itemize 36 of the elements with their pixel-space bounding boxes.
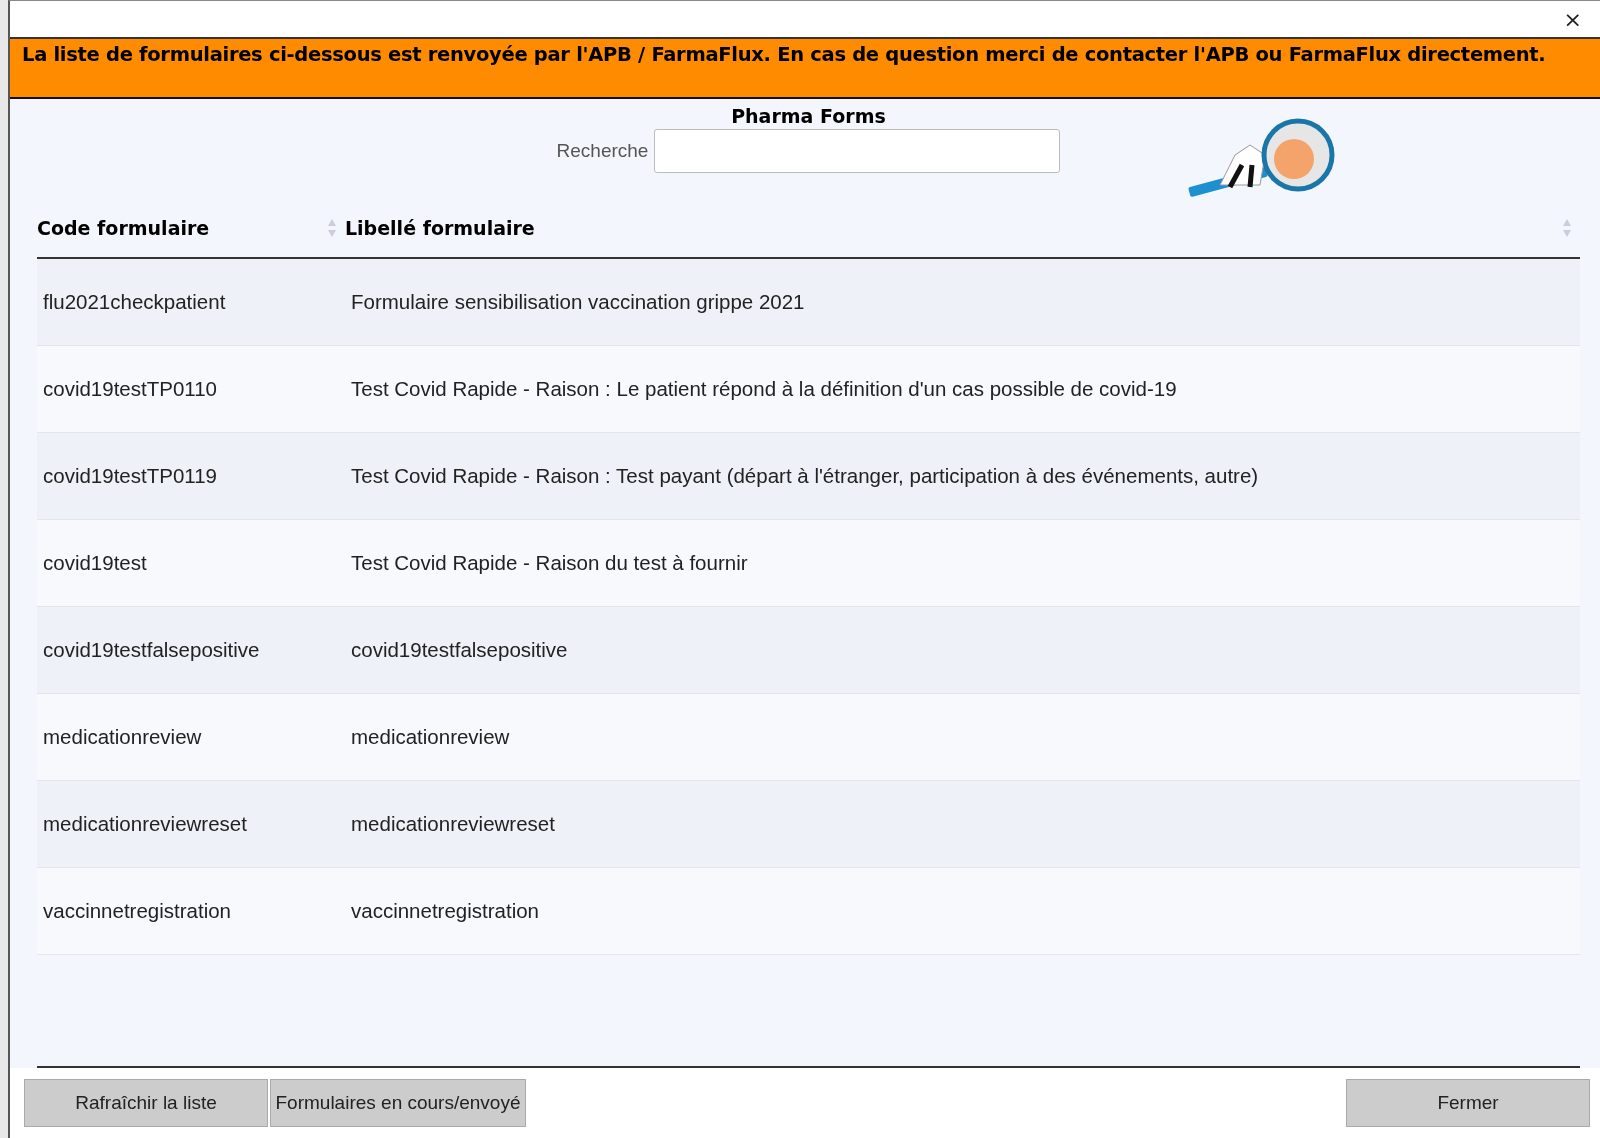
close-button[interactable]: × bbox=[1559, 6, 1586, 32]
table-row[interactable]: flu2021checkpatient Formulaire sensibilisation vaccination grippe 2021 bbox=[37, 259, 1580, 346]
close-dialog-button[interactable]: Fermer bbox=[1346, 1079, 1590, 1127]
dialog-title: Pharma Forms bbox=[731, 105, 886, 127]
table-cell-text: flu2021checkpatient bbox=[42, 290, 227, 314]
table-cell-text: vaccinnetregistration bbox=[42, 899, 232, 923]
info-banner: La liste de formulaires ci-dessous est renvoyée par l'APB / FarmaFlux. En cas de question merci de contacter l'APB ou FarmaFlux directement. bbox=[10, 37, 1600, 99]
table-cell-text: covid19testfalsepositive bbox=[42, 638, 261, 662]
sort-icon[interactable] bbox=[327, 218, 337, 238]
table-cell-text: medicationreviewreset bbox=[350, 812, 556, 836]
table-cell-text: covid19test bbox=[42, 551, 148, 575]
sort-icon[interactable] bbox=[1562, 218, 1572, 238]
action-button[interactable]: Rafraîchir la liste bbox=[24, 1079, 268, 1127]
table-cell-text: medicationreview bbox=[350, 725, 511, 749]
table-row[interactable]: medicationreviewreset medicationreviewreset bbox=[37, 781, 1580, 868]
table-cell-text: covid19testfalsepositive bbox=[350, 638, 569, 662]
table-cell-text: Test Covid Rapide - Raison : Le patient répond à la définition d'un cas possible de covid-19 bbox=[350, 377, 1178, 401]
table-row[interactable]: covid19testTP0110 Test Covid Rapide - Raison : Le patient répond à la définition d'un cas possible de covid-19 bbox=[37, 346, 1580, 433]
table-cell-text: medicationreviewreset bbox=[42, 812, 248, 836]
action-button[interactable]: Formulaires en cours/envoyé bbox=[270, 1079, 526, 1127]
table-row[interactable]: covid19testTP0119 Test Covid Rapide - Raison : Test payant (départ à l'étranger, participation à des événements, autre) bbox=[37, 433, 1580, 520]
table-cell-text: Formulaire sensibilisation vaccination grippe 2021 bbox=[350, 290, 806, 314]
table-cell-text: Test Covid Rapide - Raison : Test payant (départ à l'étranger, participation à des événements, autre) bbox=[350, 464, 1260, 488]
search-field[interactable] bbox=[654, 129, 1061, 173]
search-label: Recherche bbox=[556, 140, 649, 162]
table-cell-text: Test Covid Rapide - Raison du test à fournir bbox=[350, 551, 749, 575]
column-header[interactable]: Code formulaire bbox=[37, 217, 210, 239]
table-cell-text: medicationreview bbox=[42, 725, 203, 749]
table-cell-text: vaccinnetregistration bbox=[350, 899, 540, 923]
table-cell-text: covid19testTP0119 bbox=[42, 464, 218, 488]
table-row[interactable]: covid19test Test Covid Rapide - Raison du test à fournir bbox=[37, 520, 1580, 607]
table-cell-text: covid19testTP0110 bbox=[42, 377, 218, 401]
column-header[interactable]: Libellé formulaire bbox=[345, 217, 535, 239]
table-row[interactable]: covid19testfalsepositive covid19testfalsepositive bbox=[37, 607, 1580, 694]
table-row[interactable]: vaccinnetregistration vaccinnetregistration bbox=[37, 868, 1580, 955]
table-row[interactable]: medicationreview medicationreview bbox=[37, 694, 1580, 781]
